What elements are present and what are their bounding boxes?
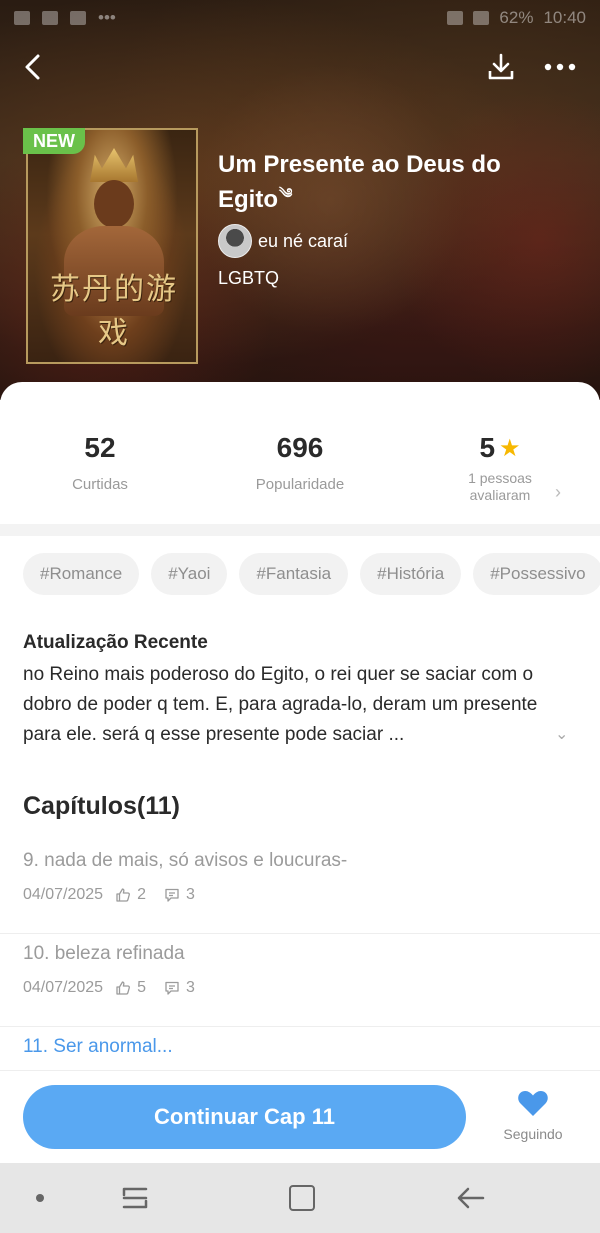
notification-icon [14, 11, 30, 25]
genre-label[interactable]: LGBTQ [218, 268, 279, 289]
chapter-meta: 04/07/2025 5 3 [23, 979, 195, 997]
follow-label: Seguindo [503, 1126, 563, 1142]
cover-title: 苏丹的游戏 [50, 272, 178, 351]
tag-chip[interactable]: #Fantasia [239, 553, 349, 595]
chapter-row[interactable]: 9. nada de mais, só avisos e loucuras- 0… [0, 842, 600, 934]
follow-button[interactable]: Seguindo [497, 1089, 569, 1142]
download-button[interactable] [482, 48, 520, 86]
title-sign-icon: ༄ [279, 185, 293, 201]
comment-icon [164, 980, 180, 996]
chapter-likes: 2 [137, 886, 146, 903]
star-icon: ★ [499, 434, 521, 462]
chapter-meta: 04/07/2025 2 3 [23, 886, 195, 904]
battery-level: 62% [499, 8, 534, 27]
more-dots-icon [544, 63, 576, 71]
top-nav [0, 44, 600, 88]
recents-icon[interactable] [120, 1185, 150, 1211]
cover-art-crown [90, 148, 138, 182]
status-bar: ••• 62% 10:40 [0, 0, 600, 36]
chapter-comments: 3 [185, 979, 195, 996]
rating-value: 5 [479, 432, 496, 463]
chapter-comments: 3 [185, 886, 195, 903]
clock: 10:40 [543, 8, 586, 27]
likes-value: 52 [84, 432, 116, 463]
popularity-value: 696 [276, 432, 324, 463]
bottom-action-bar: Continuar Cap 11 Seguindo [0, 1070, 600, 1162]
chevron-down-icon[interactable]: ⌄ [555, 724, 568, 744]
book-title: Um Presente ao Deus do Egito༄ [218, 150, 518, 214]
tag-chip[interactable]: #Romance [23, 553, 140, 595]
book-title-text: Um Presente ao Deus do Egito [218, 151, 501, 213]
rating-stat[interactable]: 5 ★ 1 pessoas avaliaram [450, 432, 550, 504]
recent-update-heading: Atualização Recente [23, 632, 208, 653]
wifi-icon [447, 11, 464, 25]
new-badge: NEW [23, 128, 85, 154]
nav-dot-icon[interactable] [36, 1194, 44, 1202]
chapter-row[interactable]: 10. beleza refinada 04/07/2025 5 3 [0, 935, 600, 1027]
chapter-date: 04/07/2025 [23, 979, 104, 996]
home-icon[interactable] [289, 1185, 315, 1211]
rating-label: 1 pessoas avaliaram [468, 470, 532, 503]
signal-icon [473, 11, 490, 25]
chapter-title: 9. nada de mais, só avisos e loucuras- [23, 850, 348, 871]
tag-chip[interactable]: #Yaoi [151, 553, 228, 595]
comment-icon [164, 887, 180, 903]
chapter-date: 04/07/2025 [23, 886, 104, 903]
current-chapter-link[interactable]: 11. Ser anormal... [23, 1036, 173, 1058]
thumbs-up-icon [115, 887, 131, 903]
cover-art-figure-head [94, 180, 134, 228]
more-options-button[interactable] [538, 48, 582, 86]
tag-list: #Romance #Yaoi #Fantasia #História #Poss… [23, 553, 600, 595]
chapters-heading: Capítulos(11) [23, 792, 180, 820]
stats-row: 52 Curtidas 696 Popularidade 5 ★ 1 pessoa… [0, 382, 600, 524]
likes-label: Curtidas [72, 476, 128, 493]
system-navigation-bar [0, 1163, 600, 1233]
facebook-icon [42, 11, 58, 25]
avatar[interactable] [218, 224, 252, 258]
book-header: ••• 62% 10:40 苏丹的游戏 NEW Um Presente ao D… [0, 0, 600, 400]
author[interactable]: eu né caraí [218, 224, 348, 258]
book-cover[interactable]: 苏丹的游戏 [26, 128, 198, 364]
system-back-icon[interactable] [456, 1185, 486, 1211]
more-notifications-icon: ••• [98, 8, 116, 27]
tag-chip[interactable]: #História [360, 553, 462, 595]
author-name[interactable]: eu né caraí [258, 231, 348, 252]
recent-update-text: no Reino mais poderoso do Egito, o rei q… [23, 664, 538, 745]
section-divider [0, 524, 600, 536]
popularity-stat: 696 Popularidade [240, 432, 360, 493]
message-icon [70, 11, 86, 25]
likes-stat: 52 Curtidas [50, 432, 150, 493]
back-button[interactable] [16, 50, 50, 84]
thumbs-up-icon [115, 980, 131, 996]
book-details-card: 52 Curtidas 696 Popularidade 5 ★ 1 pessoa… [0, 382, 600, 1162]
heart-icon [518, 1090, 548, 1116]
download-icon [488, 53, 514, 80]
continue-reading-button[interactable]: Continuar Cap 11 [23, 1085, 466, 1149]
chapter-title: 10. beleza refinada [23, 943, 185, 964]
chevron-right-icon[interactable]: › [555, 482, 561, 503]
tag-chip[interactable]: #Possessivo [473, 553, 600, 595]
popularity-label: Popularidade [255, 476, 345, 493]
back-arrow-icon [25, 54, 40, 80]
chapter-likes: 5 [137, 979, 146, 996]
